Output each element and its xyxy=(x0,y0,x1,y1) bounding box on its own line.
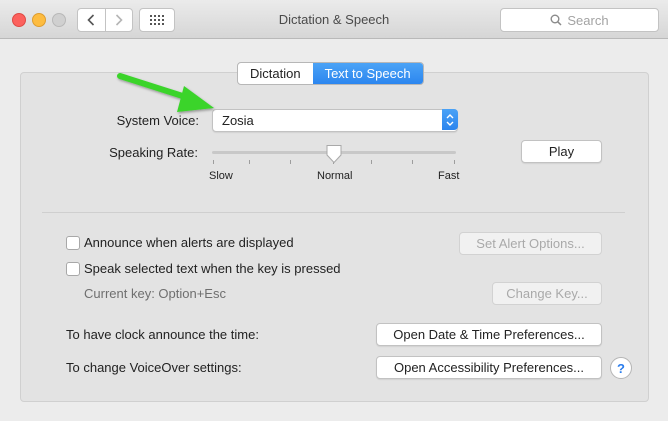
rate-fast-label: Fast xyxy=(438,170,460,182)
slider-thumb[interactable] xyxy=(325,144,343,164)
preferences-window: Dictation & Speech Search Dictation Text… xyxy=(0,0,668,421)
rate-slow-label: Slow xyxy=(209,170,233,182)
rate-normal-label: Normal xyxy=(317,170,353,182)
annotation-arrow-icon xyxy=(117,73,214,112)
speaking-rate-label: Speaking Rate: xyxy=(109,145,198,160)
slider-tick xyxy=(454,160,455,164)
tab-text-to-speech[interactable]: Text to Speech xyxy=(312,63,423,84)
announce-alerts-label: Announce when alerts are displayed xyxy=(84,235,294,250)
open-accessibility-preferences-button[interactable]: Open Accessibility Preferences... xyxy=(376,356,602,379)
speak-selected-text-label: Speak selected text when the key is pres… xyxy=(84,261,341,276)
slider-tick xyxy=(249,160,250,164)
slider-tick xyxy=(213,160,214,164)
tab-dictation[interactable]: Dictation xyxy=(238,63,313,84)
tab-bar: Dictation Text to Speech xyxy=(237,62,424,85)
open-date-time-preferences-button[interactable]: Open Date & Time Preferences... xyxy=(376,323,602,346)
help-button[interactable]: ? xyxy=(610,357,632,379)
play-button[interactable]: Play xyxy=(521,140,602,163)
announce-alerts-checkbox[interactable] xyxy=(66,236,80,250)
slider-tick xyxy=(412,160,413,164)
search-icon xyxy=(550,14,562,26)
title-bar: Dictation & Speech Search xyxy=(0,0,668,39)
divider xyxy=(42,212,625,213)
change-key-button[interactable]: Change Key... xyxy=(492,282,602,305)
set-alert-options-button[interactable]: Set Alert Options... xyxy=(459,232,602,255)
popup-arrows-icon xyxy=(442,109,458,130)
search-placeholder: Search xyxy=(567,12,609,28)
system-voice-popup[interactable]: Zosia xyxy=(212,109,458,132)
slider-tick xyxy=(290,160,291,164)
search-field[interactable]: Search xyxy=(500,8,659,32)
slider-tick xyxy=(371,160,372,164)
clock-announce-label: To have clock announce the time: xyxy=(66,327,259,342)
speak-selected-text-checkbox[interactable] xyxy=(66,262,80,276)
current-key-label: Current key: Option+Esc xyxy=(84,286,226,301)
system-voice-value: Zosia xyxy=(222,113,254,128)
voiceover-settings-label: To change VoiceOver settings: xyxy=(66,360,242,375)
